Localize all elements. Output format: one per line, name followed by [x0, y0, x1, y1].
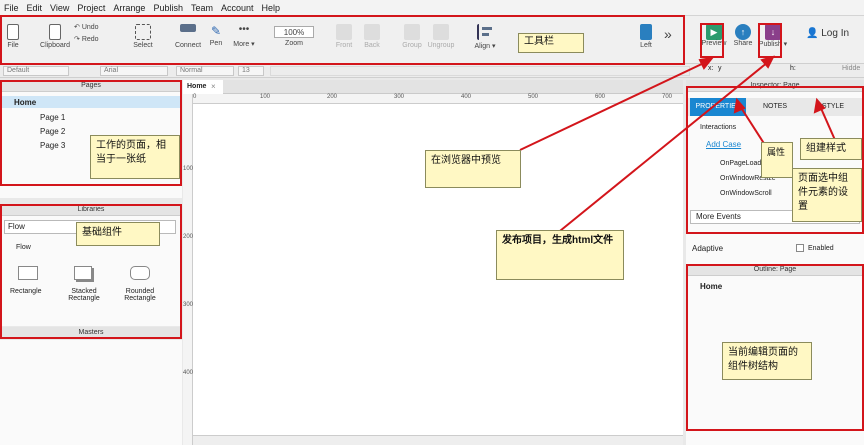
selected-annotation: 页面选中组件元素的设置 — [792, 168, 862, 222]
toolbar-annotation: 工具栏 — [518, 33, 584, 53]
preview-annotation: 在浏览器中预览 — [425, 150, 521, 188]
pages-annotation: 工作的页面，相当于一张纸 — [90, 135, 180, 179]
publish-annotation: 发布项目，生成html文件 — [496, 230, 624, 280]
style-annotation: 组建样式 — [800, 138, 862, 160]
outline-annotation: 当前编辑页面的组件树结构 — [722, 342, 812, 380]
properties-annotation: 属性 — [761, 142, 793, 178]
libraries-annotation: 基础组件 — [76, 222, 160, 246]
